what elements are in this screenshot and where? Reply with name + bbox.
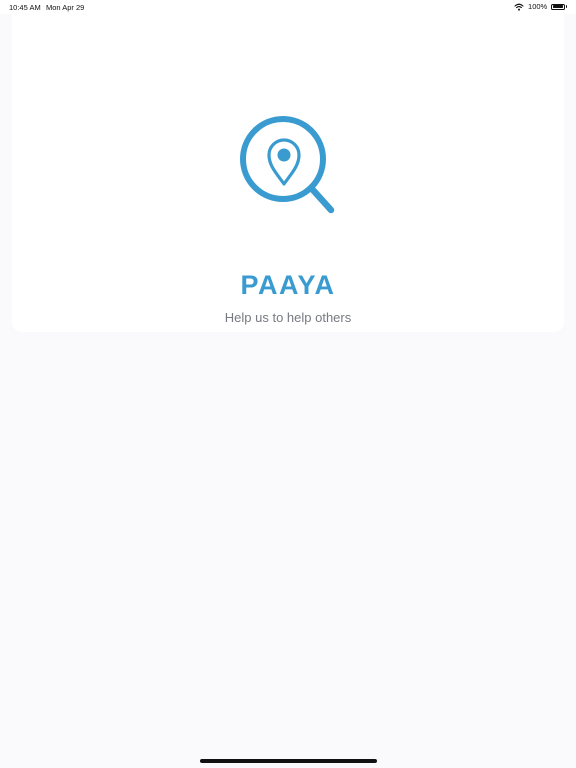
app-title: PAAYA <box>240 270 336 300</box>
status-time: 10:45 AM <box>9 3 41 12</box>
location-search-icon <box>237 114 339 216</box>
app-tagline: Help us to help others <box>224 310 352 325</box>
battery-icon <box>551 3 567 10</box>
status-bar: 10:45 AM Mon Apr 29 100% <box>0 0 576 14</box>
status-indicators: 100% <box>514 2 567 11</box>
home-indicator[interactable] <box>200 759 377 763</box>
battery-percentage: 100% <box>528 2 548 11</box>
status-date: Mon Apr 29 <box>46 3 85 12</box>
wifi-icon <box>514 3 524 11</box>
